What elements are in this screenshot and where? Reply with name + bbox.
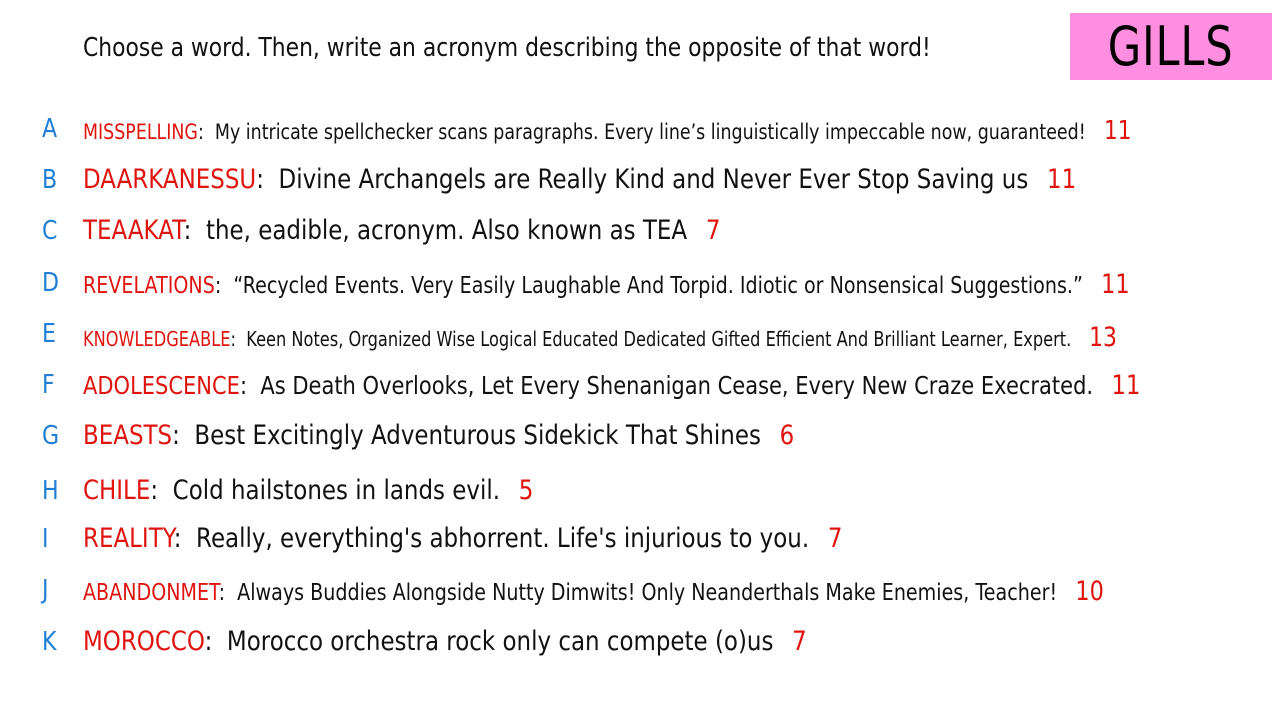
entry-score: 11 xyxy=(1046,164,1077,195)
entry-acronym-phrase: Morocco orchestra rock only can compete … xyxy=(226,626,774,657)
entry-score: 6 xyxy=(779,420,795,451)
entry-line: REALITY: Really, everything's abhorrent.… xyxy=(83,523,842,554)
entry-score: 11 xyxy=(1101,269,1130,300)
entry-letter: K xyxy=(42,627,57,657)
entry-line: KNOWLEDGEABLE: Keen Notes, Organized Wis… xyxy=(83,322,1117,353)
entry-word: REALITY xyxy=(83,523,174,554)
entry-letter: E xyxy=(42,319,56,349)
team-name: GILLS xyxy=(1108,15,1234,78)
colon: : xyxy=(172,420,195,451)
entry-letter: B xyxy=(42,165,58,195)
entry-score: 7 xyxy=(792,626,807,657)
entry-acronym-phrase: Really, everything's abhorrent. Life's i… xyxy=(196,523,810,554)
entry-letter: F xyxy=(42,370,55,400)
entry-letter: A xyxy=(42,114,58,144)
entry-letter: C xyxy=(42,216,58,246)
entry-line: BEASTS: Best Excitingly Adventurous Side… xyxy=(83,420,794,451)
entry-line: MISSPELLING: My intricate spellchecker s… xyxy=(83,116,1131,146)
entry-letter: H xyxy=(42,476,59,506)
entry-acronym-phrase: Cold hailstones in lands evil. xyxy=(172,475,501,506)
entry-word: BEASTS xyxy=(83,420,173,451)
colon: : xyxy=(204,626,227,657)
entry-line: MOROCCO: Morocco orchestra rock only can… xyxy=(83,626,807,657)
entry-word: REVELATIONS xyxy=(83,273,215,299)
entry-word: TEAAKAT xyxy=(83,215,184,246)
entry-score: 5 xyxy=(518,475,534,506)
colon: : xyxy=(218,580,238,606)
entry-score: 7 xyxy=(827,523,843,554)
colon: : xyxy=(230,327,247,351)
entry-score: 10 xyxy=(1075,576,1104,607)
entry-acronym-phrase: Always Buddies Alongside Nutty Dimwits! … xyxy=(237,580,1058,606)
entry-word: KNOWLEDGEABLE xyxy=(83,327,231,351)
entry-acronym-phrase: Best Excitingly Adventurous Sidekick Tha… xyxy=(194,420,761,451)
entry-letter: G xyxy=(42,421,60,451)
entry-line: ADOLESCENCE: As Death Overlooks, Let Eve… xyxy=(83,370,1140,401)
entry-line: ABANDONMET: Always Buddies Alongside Nut… xyxy=(83,576,1104,607)
entry-acronym-phrase: Keen Notes, Organized Wise Logical Educa… xyxy=(246,327,1072,351)
entry-acronym-phrase: “Recycled Events. Very Easily Laughable … xyxy=(233,273,1083,299)
entry-line: DAARKANESSU: Divine Archangels are Reall… xyxy=(83,164,1076,195)
colon: : xyxy=(214,273,234,299)
entry-line: TEAAKAT: the, eadible, acronym. Also kno… xyxy=(83,215,720,246)
entry-score: 13 xyxy=(1089,322,1117,353)
entry-line: CHILE: Cold hailstones in lands evil. 5 xyxy=(83,475,533,506)
team-name-badge: GILLS xyxy=(1070,13,1272,80)
entry-letter: J xyxy=(42,575,49,605)
entry-score: 11 xyxy=(1111,370,1141,401)
entry-letter: I xyxy=(42,524,49,554)
entry-line: REVELATIONS: “Recycled Events. Very Easi… xyxy=(83,269,1130,300)
entry-acronym-phrase: My intricate spellchecker scans paragrap… xyxy=(214,120,1086,144)
instructions-text: Choose a word. Then, write an acronym de… xyxy=(83,33,931,63)
colon: : xyxy=(173,523,197,554)
entry-acronym-phrase: Divine Archangels are Really Kind and Ne… xyxy=(278,164,1029,195)
entry-score: 11 xyxy=(1103,116,1132,146)
colon: : xyxy=(197,120,215,144)
entry-word: ABANDONMET xyxy=(83,580,219,606)
colon: : xyxy=(256,164,279,195)
colon: : xyxy=(150,475,173,506)
entry-score: 7 xyxy=(705,215,721,246)
entry-word: CHILE xyxy=(83,475,151,506)
entry-acronym-phrase: the, eadible, acronym. Also known as TEA xyxy=(205,215,688,246)
colon: : xyxy=(239,371,261,400)
entry-word: MISSPELLING xyxy=(83,120,198,144)
entry-word: MOROCCO xyxy=(83,626,205,657)
entry-word: DAARKANESSU xyxy=(83,164,257,195)
entry-acronym-phrase: As Death Overlooks, Let Every Shenanigan… xyxy=(260,371,1094,400)
entry-letter: D xyxy=(42,268,60,298)
colon: : xyxy=(183,215,206,246)
entry-word: ADOLESCENCE xyxy=(83,371,240,400)
